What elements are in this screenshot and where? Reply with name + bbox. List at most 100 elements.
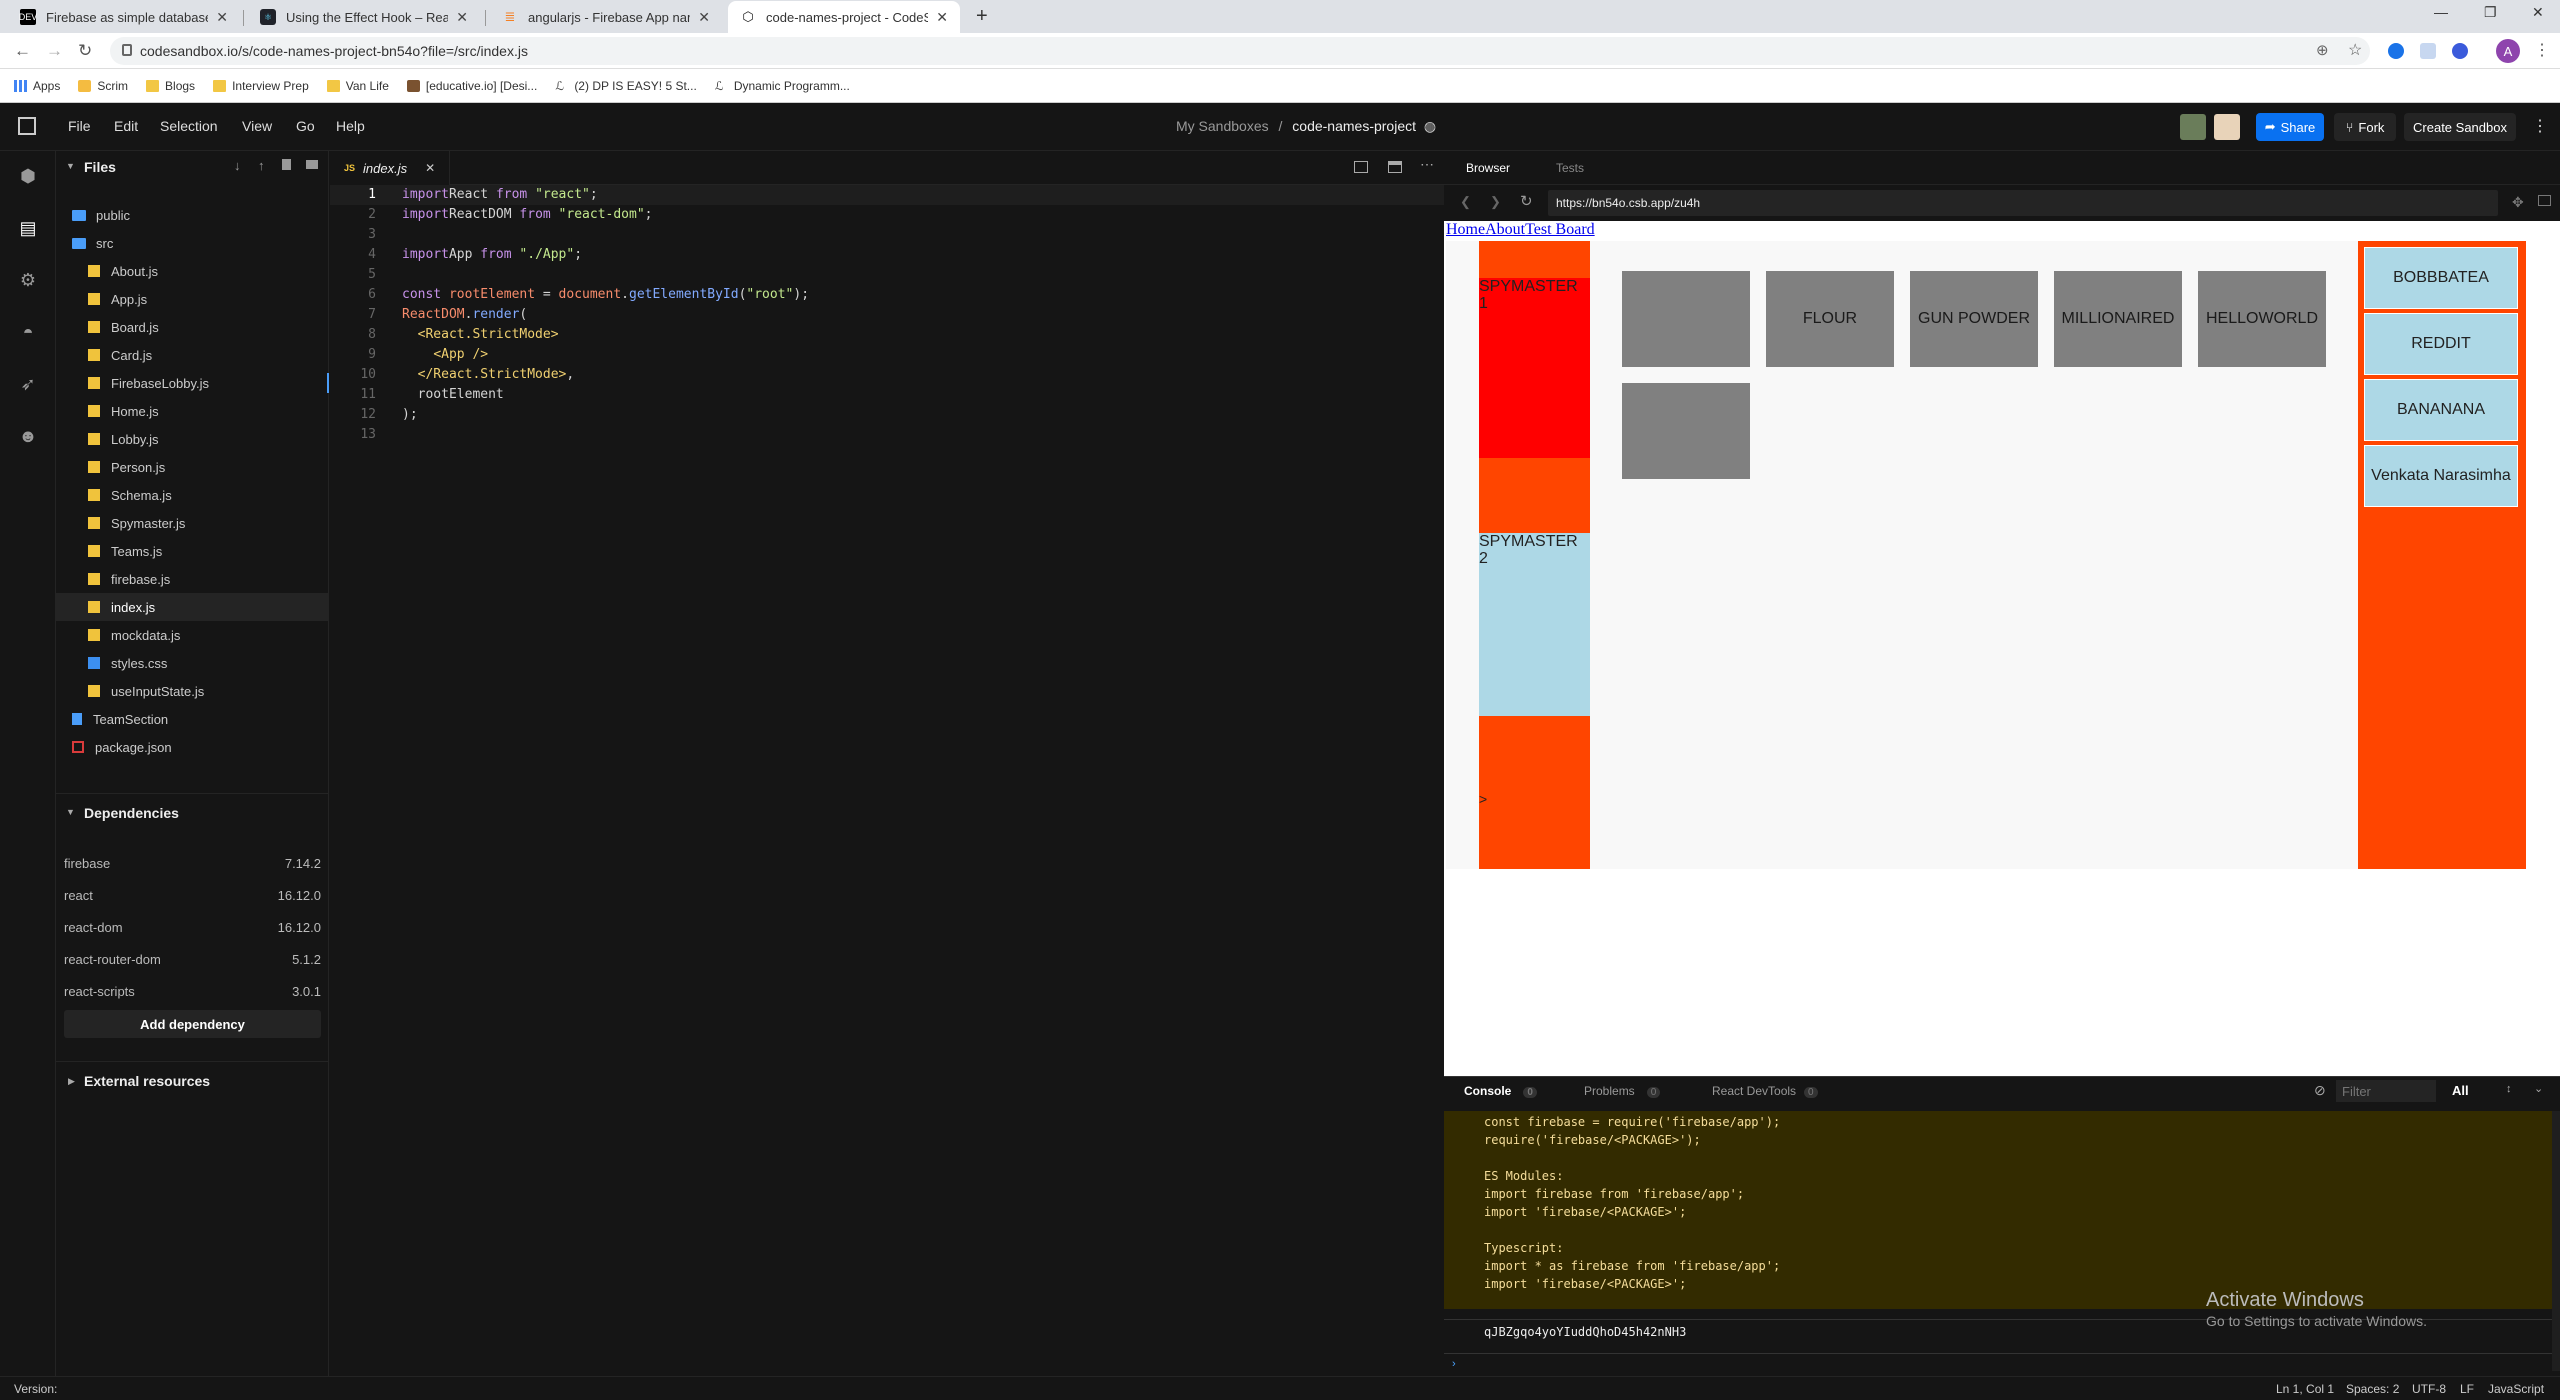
link-test-board[interactable]: Test Board (1525, 221, 1595, 238)
tab-problems[interactable]: Problems 0 (1584, 1084, 1661, 1098)
encoding[interactable]: UTF-8 (2412, 1382, 2446, 1396)
file-tree-item[interactable]: Home.js (56, 397, 329, 425)
menu-go[interactable]: Go (296, 118, 315, 134)
cube-icon[interactable]: ⬢ (17, 165, 39, 187)
file-tree-item[interactable]: useInputState.js (56, 677, 329, 705)
console-scrollbar[interactable] (2552, 1111, 2560, 1371)
share-button[interactable]: ➦ Share (2256, 113, 2324, 141)
live-users-icon[interactable]: ☻ (17, 425, 39, 447)
dependency-item[interactable]: react-router-dom 5.1.2 (64, 943, 321, 975)
indentation[interactable]: Spaces: 2 (2346, 1382, 2399, 1396)
bookmark-interview-prep[interactable]: Interview Prep (213, 79, 309, 93)
more-menu-icon[interactable]: ⋮ (2532, 116, 2548, 136)
chevron-right-icon[interactable]: ▶ (68, 1076, 75, 1087)
file-tree-item[interactable]: About.js (56, 257, 329, 285)
file-tree-item[interactable]: Person.js (56, 453, 329, 481)
close-icon[interactable]: ✕ (425, 161, 435, 175)
codesandbox-logo-icon[interactable] (18, 117, 36, 135)
reload-icon[interactable]: ↻ (78, 41, 92, 61)
more-actions-icon[interactable]: ⋯ (1420, 156, 1434, 173)
new-folder-icon[interactable] (306, 160, 318, 169)
deploy-rocket-icon[interactable]: ➶ (17, 373, 39, 395)
settings-gear-icon[interactable]: ⚙ (17, 269, 39, 291)
open-new-window-icon[interactable] (2538, 195, 2551, 206)
menu-selection[interactable]: Selection (160, 118, 218, 134)
console-prompt-icon[interactable]: › (1452, 1358, 1456, 1370)
browser-tab-1[interactable]: DEV Firebase as simple database to R ✕ (8, 1, 240, 33)
new-file-icon[interactable] (282, 159, 291, 170)
editor-tab-index-js[interactable]: JS index.js ✕ (330, 151, 450, 185)
tab-browser[interactable]: Browser (1466, 161, 1510, 175)
file-tree-item[interactable]: Teams.js (56, 537, 329, 565)
back-icon[interactable]: ❮ (1460, 194, 1471, 210)
files-icon[interactable]: ▤ (17, 217, 39, 239)
file-tree-item[interactable]: Card.js (56, 341, 329, 369)
install-icon[interactable]: ⊕ (2316, 41, 2329, 59)
bookmark-dp-easy[interactable]: ℒ (2) DP IS EASY! 5 St... (555, 79, 697, 93)
link-home[interactable]: Home (1446, 221, 1485, 238)
word-card[interactable]: HELLOWORLD (2198, 271, 2326, 367)
github-icon[interactable]: ◓ (17, 321, 39, 343)
file-tree-item[interactable]: Spymaster.js (56, 509, 329, 537)
forward-icon[interactable]: → (46, 41, 63, 61)
extension-icon[interactable] (2452, 43, 2468, 59)
close-icon[interactable]: ✕ (456, 9, 468, 26)
file-tree-item[interactable]: App.js (56, 285, 329, 313)
word-card[interactable] (1622, 271, 1750, 367)
user-avatar[interactable] (2214, 114, 2240, 140)
browser-tab-4-active[interactable]: ⬡ code-names-project - CodeSand ✕ (728, 1, 960, 33)
bookmark-apps[interactable]: Apps (14, 79, 60, 93)
log-level-select[interactable]: All (2452, 1083, 2469, 1098)
menu-help[interactable]: Help (336, 118, 365, 134)
menu-view[interactable]: View (242, 118, 272, 134)
console-filter-input[interactable] (2336, 1080, 2436, 1102)
close-icon[interactable]: ✕ (698, 9, 710, 26)
preview-url-input[interactable]: https://bn54o.csb.app/zu4h (1548, 190, 2498, 216)
inspect-icon[interactable]: ✥ (2512, 194, 2524, 211)
file-tree-item[interactable]: styles.css (56, 649, 329, 677)
expand-icon[interactable]: ↕ (2506, 1083, 2512, 1095)
tab-console[interactable]: Console 0 (1464, 1084, 1537, 1098)
file-tree-item[interactable]: src (56, 229, 329, 257)
dependency-item[interactable]: react 16.12.0 (64, 879, 321, 911)
sort-up-icon[interactable]: ↑ (258, 158, 265, 173)
external-resources-header[interactable]: External resources (84, 1073, 210, 1089)
extension-icon[interactable] (2388, 43, 2404, 59)
file-tree-item[interactable]: package.json (56, 733, 329, 761)
bookmark-van-life[interactable]: Van Life (326, 79, 389, 93)
word-card[interactable]: FLOUR (1766, 271, 1894, 367)
browser-tab-3[interactable]: ≣ angularjs - Firebase App named ✕ (490, 1, 722, 33)
menu-file[interactable]: File (68, 118, 91, 134)
word-card[interactable]: MILLIONAIRED (2054, 271, 2182, 367)
file-tree-item[interactable]: index.js (56, 593, 329, 621)
browser-tab-2[interactable]: ⚛ Using the Effect Hook – React ✕ (248, 1, 480, 33)
word-card[interactable]: GUN POWDER (1910, 271, 2038, 367)
file-tree-item[interactable]: mockdata.js (56, 621, 329, 649)
add-dependency-button[interactable]: Add dependency (64, 1010, 321, 1038)
file-tree-item[interactable]: public (56, 201, 329, 229)
fork-button[interactable]: ⑂ Fork (2334, 113, 2396, 141)
bookmark-educative[interactable]: [educative.io] [Desi... (406, 79, 537, 93)
create-sandbox-button[interactable]: Create Sandbox (2404, 113, 2516, 141)
language-mode[interactable]: JavaScript (2488, 1382, 2544, 1396)
dependency-item[interactable]: firebase 7.14.2 (64, 847, 321, 879)
menu-edit[interactable]: Edit (114, 118, 138, 134)
chevron-down-icon[interactable]: ▼ (66, 807, 75, 817)
split-editor-icon[interactable] (1354, 161, 1368, 173)
extension-icon[interactable] (2420, 43, 2436, 59)
chevron-down-icon[interactable]: ▼ (66, 161, 75, 171)
bookmark-scrim[interactable]: Scrim (78, 79, 128, 93)
tab-react-devtools[interactable]: React DevTools 0 (1712, 1084, 1818, 1098)
chevron-down-icon[interactable]: ⌄ (2534, 1082, 2543, 1095)
tab-tests[interactable]: Tests (1556, 161, 1584, 175)
project-name[interactable]: code-names-project (1292, 118, 1416, 134)
profile-avatar[interactable]: A (2496, 39, 2520, 63)
file-tree-item[interactable]: Board.js (56, 313, 329, 341)
window-close-icon[interactable]: ✕ (2532, 4, 2544, 21)
link-about[interactable]: About (1485, 221, 1525, 238)
close-icon[interactable]: ✕ (936, 9, 948, 26)
bookmark-dynamic-programming[interactable]: ℒ Dynamic Programm... (715, 79, 850, 93)
new-tab-icon[interactable]: + (976, 5, 988, 28)
files-header[interactable]: Files (84, 159, 116, 175)
sort-down-icon[interactable]: ↓ (234, 158, 241, 173)
